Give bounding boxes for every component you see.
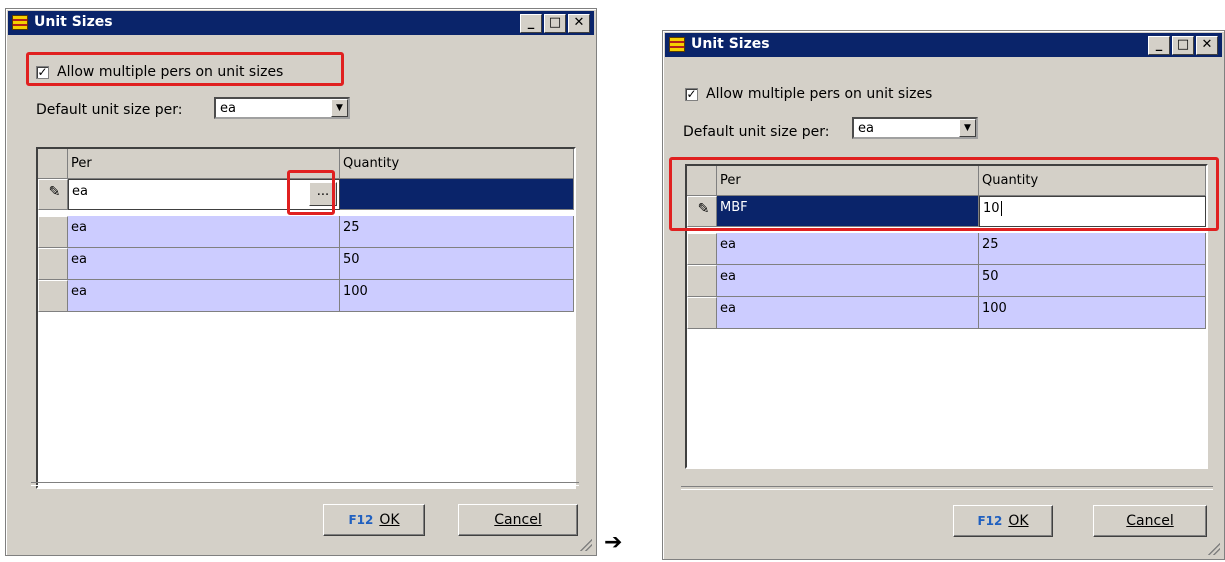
cell-quantity[interactable]: 25 xyxy=(340,216,574,248)
cell-per[interactable]: ea xyxy=(68,280,340,312)
allow-multiple-checkbox[interactable]: ✓ xyxy=(685,87,698,101)
combo-value: ea xyxy=(858,121,874,136)
cell-quantity[interactable]: 100 xyxy=(979,297,1206,329)
separator xyxy=(681,486,1213,490)
cell-quantity[interactable]: 100 xyxy=(340,280,574,312)
ok-button[interactable]: F12 OK xyxy=(323,504,425,536)
default-unit-size-combo[interactable]: ea ▼ xyxy=(852,117,978,139)
highlight-checkbox xyxy=(26,52,344,86)
app-icon xyxy=(12,15,28,30)
separator xyxy=(31,482,579,486)
default-unit-size-label: Default unit size per: xyxy=(683,124,830,140)
column-header-quantity[interactable]: Quantity xyxy=(340,149,574,179)
window-title: Unit Sizes xyxy=(34,14,113,30)
grid-corner xyxy=(38,149,68,179)
default-unit-size-label: Default unit size per: xyxy=(36,102,183,118)
row-selector-editing[interactable]: ✎ xyxy=(38,179,68,210)
edit-per-value: ea xyxy=(72,184,88,199)
f12-shortcut: F12 xyxy=(977,514,1003,528)
minimize-icon[interactable]: _ xyxy=(520,14,542,33)
combo-value: ea xyxy=(220,101,236,116)
highlight-ellipsis xyxy=(287,170,335,215)
default-unit-size-combo[interactable]: ea ▼ xyxy=(214,97,350,119)
row-selector[interactable] xyxy=(38,216,68,248)
cell-per[interactable]: ea xyxy=(717,233,979,265)
cell-per[interactable]: ea xyxy=(717,297,979,329)
minimize-icon[interactable]: _ xyxy=(1148,36,1170,55)
close-icon[interactable]: ✕ xyxy=(568,14,590,33)
close-icon[interactable]: ✕ xyxy=(1196,36,1218,55)
window-title: Unit Sizes xyxy=(691,36,770,52)
cell-per[interactable]: ea xyxy=(68,248,340,280)
chevron-down-icon[interactable]: ▼ xyxy=(959,119,976,137)
pencil-icon: ✎ xyxy=(48,184,61,200)
transition-arrow: ➔ xyxy=(604,530,623,555)
resize-grip-icon[interactable] xyxy=(580,539,592,551)
row-selector[interactable] xyxy=(687,233,717,265)
cell-per[interactable]: ea xyxy=(68,216,340,248)
cell-quantity[interactable]: 50 xyxy=(979,265,1206,297)
unit-sizes-window-right: Unit Sizes _ □ ✕ ✓ Allow multiple pers o… xyxy=(662,30,1225,560)
cancel-label: Cancel xyxy=(1126,513,1174,529)
f12-shortcut: F12 xyxy=(348,513,374,527)
row-selector[interactable] xyxy=(687,297,717,329)
highlight-edit-row xyxy=(669,157,1219,231)
row-selector[interactable] xyxy=(38,280,68,312)
cell-quantity[interactable]: 25 xyxy=(979,233,1206,265)
app-icon xyxy=(669,37,685,52)
allow-multiple-checkbox-row[interactable]: ✓ Allow multiple pers on unit sizes xyxy=(685,86,932,102)
cell-per[interactable]: ea xyxy=(717,265,979,297)
cancel-button[interactable]: Cancel xyxy=(458,504,578,536)
cancel-button[interactable]: Cancel xyxy=(1093,505,1207,537)
maximize-icon[interactable]: □ xyxy=(544,14,566,33)
row-selector[interactable] xyxy=(687,265,717,297)
chevron-down-icon[interactable]: ▼ xyxy=(331,99,348,117)
maximize-icon[interactable]: □ xyxy=(1172,36,1194,55)
resize-grip-icon[interactable] xyxy=(1208,543,1220,555)
unit-sizes-window-left: Unit Sizes _ □ ✕ ✓ Allow multiple pers o… xyxy=(5,8,597,556)
title-bar[interactable]: Unit Sizes _ □ ✕ xyxy=(8,11,594,35)
ok-label: OK xyxy=(1008,513,1029,529)
edit-quantity-cell[interactable] xyxy=(340,179,574,210)
row-selector[interactable] xyxy=(38,248,68,280)
ok-label: OK xyxy=(379,512,400,528)
ok-button[interactable]: F12 OK xyxy=(953,505,1053,537)
allow-multiple-label: Allow multiple pers on unit sizes xyxy=(706,86,933,102)
title-bar[interactable]: Unit Sizes _ □ ✕ xyxy=(665,33,1222,57)
cancel-label: Cancel xyxy=(494,512,542,528)
cell-quantity[interactable]: 50 xyxy=(340,248,574,280)
